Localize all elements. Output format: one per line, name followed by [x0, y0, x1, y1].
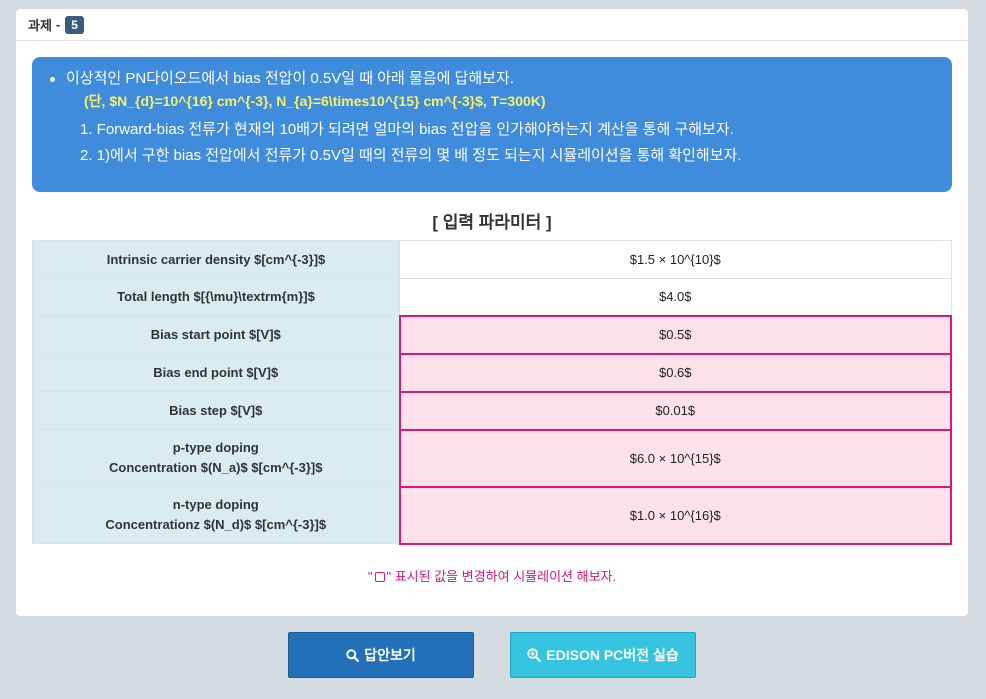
table-row: Bias start point $[V]$ $0.5$ [32, 314, 952, 355]
question-intro-text: 이상적인 PN다이오드에서 bias 전압이 0.5V일 때 아래 물음에 답해… [66, 70, 514, 87]
section-title: [ 입력 파라미터 ] [432, 213, 552, 232]
param-value: $1.5 × 10^{10}$ [399, 240, 952, 279]
param-label-line1: p-type doping [172, 440, 259, 455]
search-icon [346, 648, 360, 662]
parameter-table: Intrinsic carrier density $[cm^{-3}]$ $1… [32, 240, 952, 545]
bias-start-input[interactable]: $0.5$ [398, 314, 952, 355]
table-row: Bias end point $[V]$ $0.6$ [32, 352, 952, 393]
question-item-1: 1. Forward-bias 전류가 현재의 10배가 되려면 얼마의 bia… [80, 121, 734, 138]
bullet-icon [50, 77, 55, 82]
zoom-in-icon [527, 648, 542, 662]
param-label: n-type doping Concentrationz $(N_d)$ $[c… [32, 486, 400, 544]
bias-end-input[interactable]: $0.6$ [398, 352, 952, 393]
edit-note: " " 표시된 값을 변경하여 시뮬레이션 해보자. [16, 566, 968, 585]
param-label-line1: n-type doping [172, 497, 259, 512]
param-label: Bias step $[V]$ [32, 391, 400, 430]
show-answer-label: 답안보기 [364, 647, 416, 663]
card-header: 과제 - 5 [16, 9, 968, 41]
header-separator: - [55, 17, 61, 32]
param-label: p-type doping Concentration $(N_a)$ $[cm… [32, 429, 400, 487]
table-row: Total length $[{\mu}\textrm{m}]$ $4.0$ [32, 278, 952, 316]
param-label: Total length $[{\mu}\textrm{m}]$ [32, 278, 400, 316]
table-row: p-type doping Concentration $(N_a)$ $[cm… [32, 428, 952, 488]
n-doping-input[interactable]: $1.0 × 10^{16}$ [398, 485, 952, 545]
question-item-2: 2. 1)에서 구한 bias 전압에서 전류가 0.5V일 때의 전류의 몇 … [80, 147, 742, 164]
param-label: Intrinsic carrier density $[cm^{-3}]$ [32, 240, 400, 279]
editable-box-icon [374, 572, 385, 582]
note-prefix: " [367, 569, 373, 584]
show-answer-button[interactable]: 답안보기 [288, 632, 474, 678]
table-row: n-type doping Concentrationz $(N_d)$ $[c… [32, 485, 952, 545]
param-value: $4.0$ [399, 278, 952, 316]
edison-pc-button[interactable]: EDISON PC버전 실습 [510, 632, 696, 678]
assignment-card: 과제 - 5 이상적인 PN다이오드에서 bias 전압이 0.5V일 때 아래… [16, 9, 968, 616]
note-suffix: " 표시된 값을 변경하여 시뮬레이션 해보자. [386, 569, 617, 584]
table-row: Bias step $[V]$ $0.01$ [32, 390, 952, 431]
edison-pc-label: EDISON PC버전 실습 [546, 647, 679, 663]
param-label: Bias end point $[V]$ [32, 353, 400, 392]
question-condition: (단, $N_{d}=10^{16} cm^{-3}, N_{a}=6\time… [84, 93, 546, 109]
header-title: 과제 [28, 18, 52, 33]
question-box: 이상적인 PN다이오드에서 bias 전압이 0.5V일 때 아래 물음에 답해… [32, 57, 952, 192]
param-label-line2: Concentrationz $(N_d)$ $[cm^{-3}]$ [105, 517, 327, 532]
question-items: 1. Forward-bias 전류가 현재의 10배가 되려면 얼마의 bia… [80, 120, 932, 166]
p-doping-input[interactable]: $6.0 × 10^{15}$ [398, 428, 952, 488]
param-label-line2: Concentration $(N_a)$ $[cm^{-3}]$ [109, 460, 323, 475]
table-row: Intrinsic carrier density $[cm^{-3}]$ $1… [32, 240, 952, 279]
param-label: Bias start point $[V]$ [32, 315, 400, 354]
assignment-number-badge: 5 [65, 15, 84, 34]
question-intro: 이상적인 PN다이오드에서 bias 전압이 0.5V일 때 아래 물음에 답해… [50, 69, 932, 89]
bias-step-input[interactable]: $0.01$ [398, 390, 952, 431]
